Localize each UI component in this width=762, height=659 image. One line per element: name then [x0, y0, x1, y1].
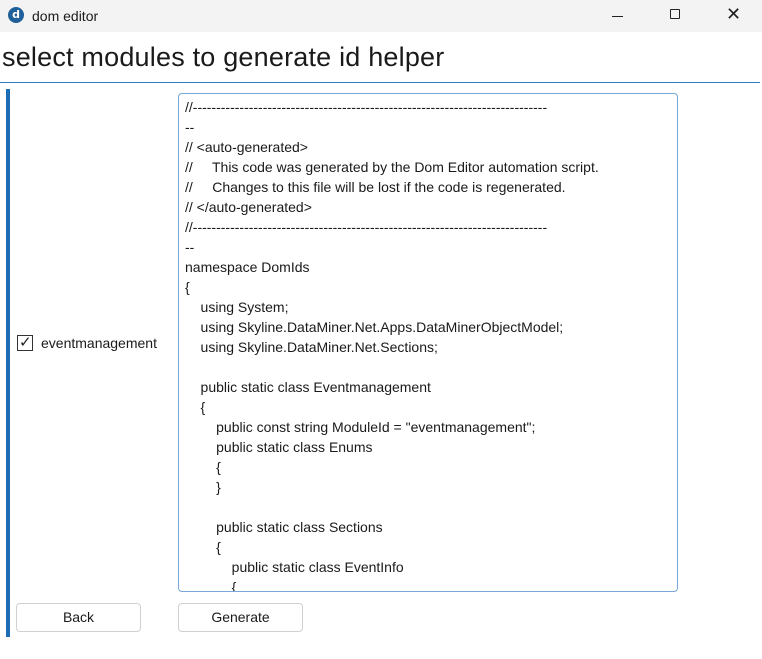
app-icon: d [8, 7, 24, 23]
code-output-textbox[interactable]: //--------------------------------------… [178, 93, 678, 592]
module-checkbox[interactable]: ✓ [17, 333, 33, 351]
back-button[interactable]: Back [16, 603, 141, 632]
maximize-button[interactable] [646, 0, 704, 32]
generate-button[interactable]: Generate [178, 603, 303, 632]
title-bar: d dom editor ✕ [0, 0, 762, 32]
checkmark-icon: ✓ [19, 333, 32, 351]
generated-code: //--------------------------------------… [185, 99, 599, 592]
page-title: select modules to generate id helper [2, 42, 445, 72]
module-label: eventmanagement [41, 335, 157, 351]
window-title: dom editor [32, 8, 99, 24]
accent-bar [6, 89, 10, 637]
heading-divider [0, 82, 760, 83]
close-icon: ✕ [726, 4, 742, 25]
maximize-icon [670, 9, 680, 19]
minimize-icon [612, 16, 623, 17]
minimize-button[interactable] [588, 0, 646, 32]
close-button[interactable]: ✕ [704, 0, 762, 32]
